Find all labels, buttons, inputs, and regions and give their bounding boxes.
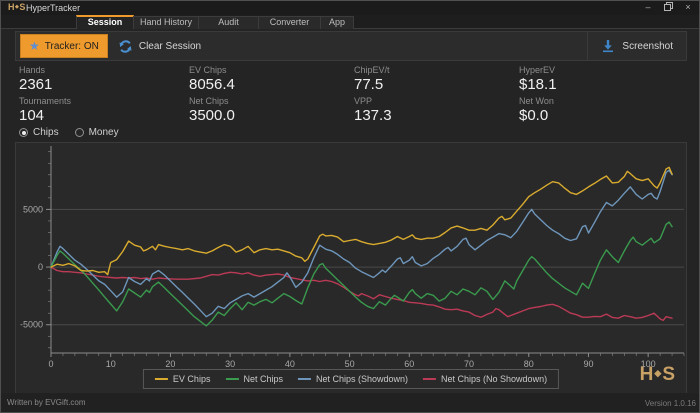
download-icon: [603, 40, 614, 53]
legend-label: Net Chips (Showdown): [315, 374, 409, 384]
app-window: H◆S HyperTracker – × Session Hand Histor…: [0, 0, 700, 413]
session-graph-panel: -5000 0 5000 0 10 20 30 40 50 60 70 80 90 100 EV Chip…: [15, 142, 687, 394]
toolbar: ★ Tracker: ON Clear Session Screenshot: [15, 31, 687, 61]
legend-item: EV Chips: [154, 374, 211, 384]
stat-value: 2361: [19, 76, 53, 93]
screenshot-button[interactable]: Screenshot: [587, 32, 686, 60]
tab-converter[interactable]: Converter: [258, 16, 321, 29]
stat-label: Tournaments: [19, 96, 72, 106]
view-toggle: Chips Money: [19, 127, 119, 138]
chart-legend: EV Chips Net Chips Net Chips (Showdown) Net…: [142, 369, 560, 389]
legend-label: Net Chips (No Showdown): [441, 374, 548, 384]
window-title: HyperTracker: [26, 3, 81, 13]
restore-icon: [663, 2, 673, 11]
svg-text:-5000: -5000: [20, 320, 43, 330]
stat-label: Net Won: [519, 96, 554, 106]
svg-text:0: 0: [48, 359, 53, 369]
title-bar: H◆S HyperTracker – ×: [1, 1, 699, 15]
close-button[interactable]: ×: [682, 2, 694, 13]
clear-session-label: Clear Session: [138, 40, 202, 52]
legend-swatch-icon: [154, 378, 168, 380]
radio-money[interactable]: Money: [74, 127, 119, 138]
session-stats: Hands 2361 Tournaments 104 EV Chips 8056…: [19, 65, 686, 127]
tracker-button-label: Tracker: ON: [44, 40, 99, 52]
stat-label: VPP: [354, 96, 373, 106]
svg-text:5000: 5000: [23, 204, 43, 214]
legend-item: Net Chips (No Showdown): [423, 374, 547, 384]
restore-button[interactable]: [662, 2, 674, 13]
stat-value: 77.5: [354, 76, 384, 93]
legend-swatch-icon: [225, 378, 239, 380]
svg-text:70: 70: [464, 359, 474, 369]
tab-app[interactable]: App: [320, 16, 354, 29]
legend-item: Net Chips: [225, 374, 283, 384]
stat-label: Net Chips: [189, 96, 229, 106]
app-logo-icon: H◆S: [8, 2, 26, 12]
stat-label: ChipEV/t: [354, 65, 390, 75]
stat-label: EV Chips: [189, 65, 227, 75]
legend-swatch-icon: [423, 378, 437, 380]
stat-chipev-per-t: ChipEV/t 77.5: [354, 65, 519, 96]
screenshot-label: Screenshot: [622, 40, 673, 52]
stat-value: 3500.0: [189, 107, 235, 124]
stat-vpp: VPP 137.3: [354, 96, 519, 127]
minimize-button[interactable]: –: [642, 2, 654, 13]
radio-chips[interactable]: Chips: [19, 127, 59, 138]
svg-text:50: 50: [345, 359, 355, 369]
stat-value: $0.0: [519, 107, 549, 124]
refresh-icon: [119, 39, 132, 53]
radio-money-label: Money: [88, 127, 119, 138]
stat-net-won: Net Won $0.0: [519, 96, 686, 127]
session-graph: -5000050000 10 20 30 40 50 60 70 80 90 100: [20, 146, 685, 369]
radio-chips-label: Chips: [33, 127, 59, 138]
stat-tournaments: Tournaments 104: [19, 96, 189, 127]
tab-session[interactable]: Session: [76, 15, 134, 29]
svg-text:80: 80: [524, 359, 534, 369]
credit-text: Written by EVGift.com: [7, 398, 86, 407]
clear-session-button[interactable]: Clear Session: [118, 39, 201, 54]
radio-dot-icon: [19, 128, 28, 137]
stat-net-chips: Net Chips 3500.0: [189, 96, 354, 127]
window-controls: – ×: [642, 2, 694, 13]
stat-value: $18.1: [519, 76, 557, 93]
stat-value: 137.3: [354, 107, 392, 124]
radio-dot-icon: [74, 128, 84, 137]
svg-text:10: 10: [106, 359, 116, 369]
hs-logo: H◆S: [639, 364, 676, 385]
stat-value: 104: [19, 107, 45, 124]
legend-label: EV Chips: [172, 374, 211, 384]
tracker-toggle-button[interactable]: ★ Tracker: ON: [20, 34, 108, 58]
legend-label: Net Chips: [243, 374, 283, 384]
stat-ev-chips: EV Chips 8056.4: [189, 65, 354, 96]
stat-value: 8056.4: [189, 76, 235, 93]
svg-text:90: 90: [583, 359, 593, 369]
star-icon: ★: [29, 39, 40, 53]
version-text: Version 1.0.16: [644, 399, 696, 408]
svg-text:60: 60: [404, 359, 414, 369]
tab-strip: Session Hand History Audit Converter App: [1, 15, 699, 29]
svg-text:20: 20: [165, 359, 175, 369]
stat-label: HyperEV: [519, 65, 556, 75]
stat-label: Hands: [19, 65, 46, 75]
stat-hyperev: HyperEV $18.1: [519, 65, 686, 96]
svg-text:0: 0: [38, 262, 43, 272]
legend-swatch-icon: [297, 378, 311, 380]
stat-hands: Hands 2361: [19, 65, 189, 96]
tab-hand-history[interactable]: Hand History: [133, 16, 199, 29]
legend-item: Net Chips (Showdown): [297, 374, 409, 384]
tab-audit[interactable]: Audit: [198, 16, 259, 29]
svg-text:30: 30: [225, 359, 235, 369]
svg-text:40: 40: [285, 359, 295, 369]
status-bar: Written by EVGift.com Version 1.0.16: [1, 393, 699, 412]
